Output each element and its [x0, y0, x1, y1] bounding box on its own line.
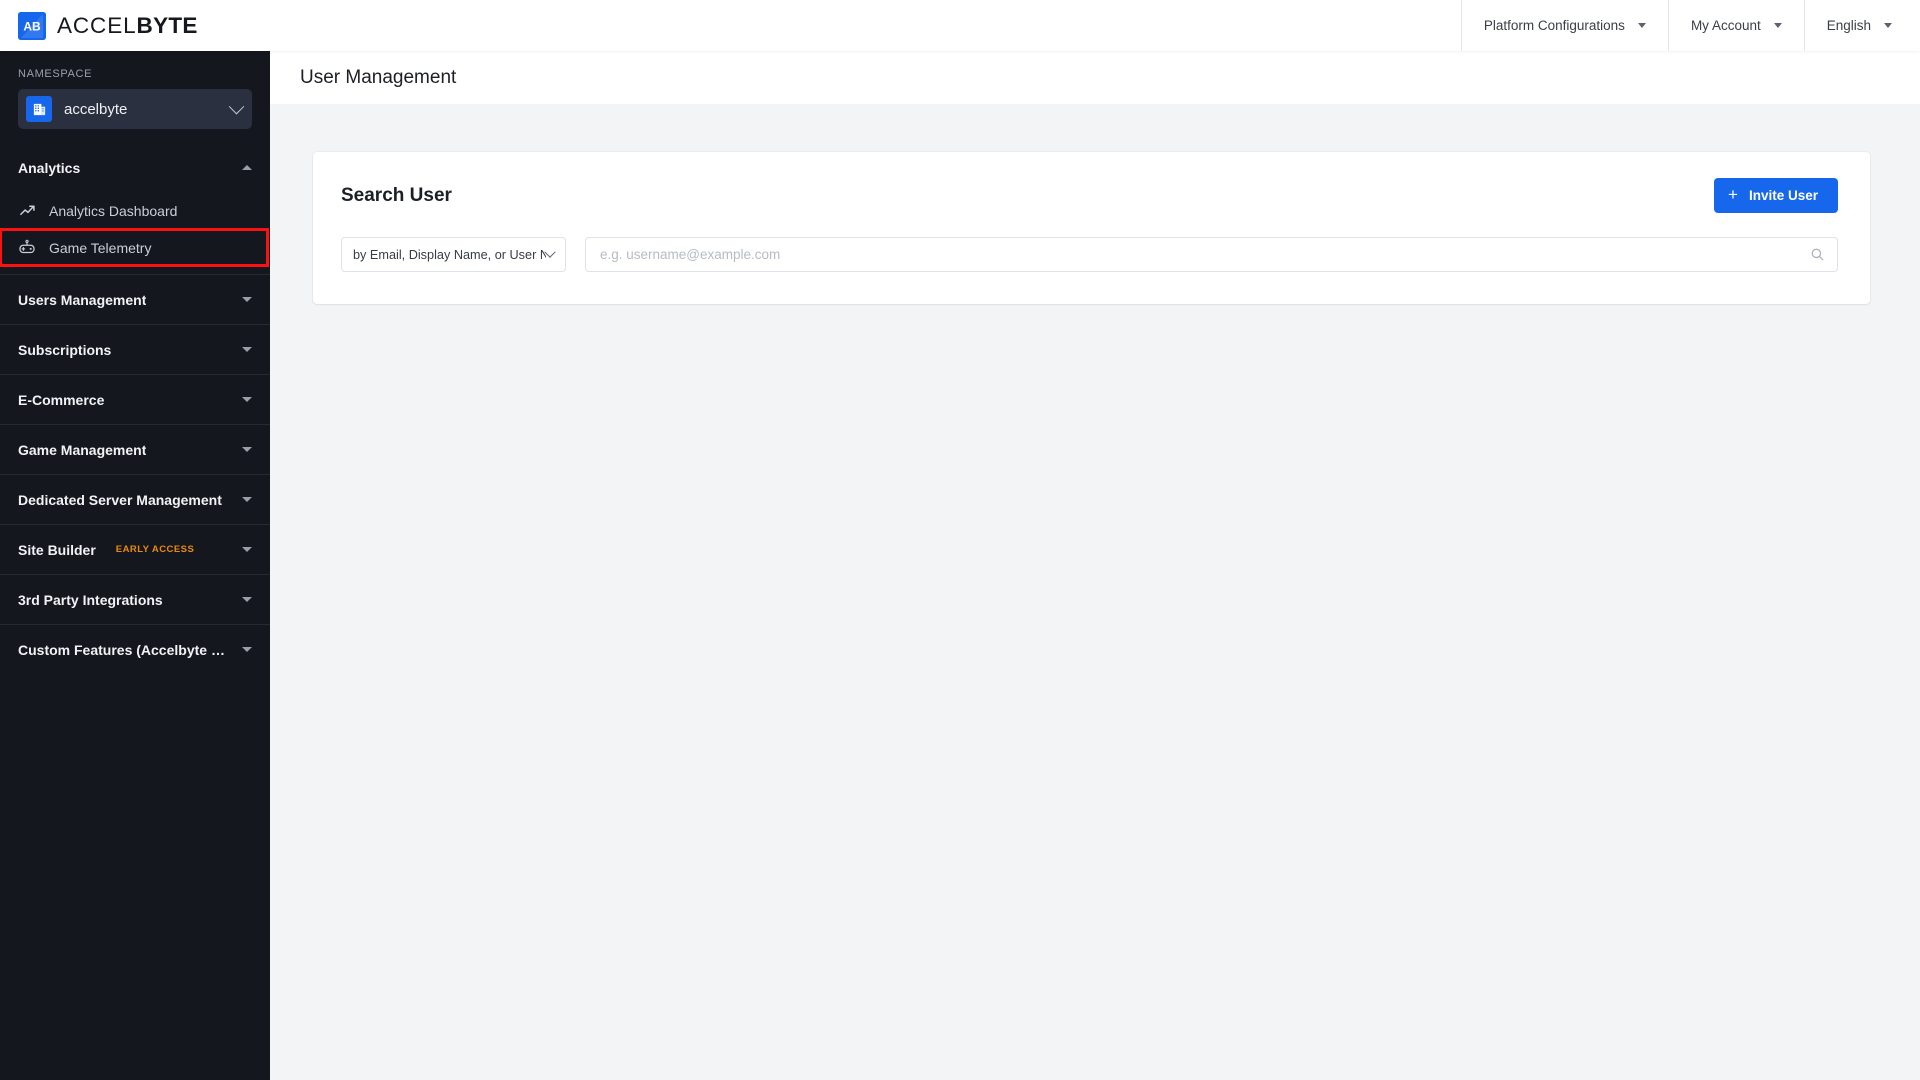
caret-down-icon — [242, 647, 252, 652]
search-input-wrapper[interactable] — [585, 237, 1838, 272]
sidebar-navigation: Analytics Analytics Dashboard Game Telem… — [0, 143, 270, 674]
caret-down-icon — [242, 497, 252, 502]
page-title: User Management — [300, 66, 457, 88]
nav-section-header-3rd-party-integrations[interactable]: 3rd Party Integrations — [0, 575, 270, 624]
nav-section-game-management: Game Management — [0, 425, 270, 475]
topnav-item-my-account[interactable]: My Account — [1667, 0, 1804, 51]
nav-section-users-management: Users Management — [0, 275, 270, 325]
nav-section-subscriptions: Subscriptions — [0, 325, 270, 375]
brand-name-bold: BYTE — [136, 12, 198, 38]
sidebar-item-analytics-dashboard[interactable]: Analytics Dashboard — [0, 192, 270, 229]
caret-down-icon — [242, 297, 252, 302]
caret-down-icon — [242, 547, 252, 552]
game-controller-icon — [18, 239, 36, 257]
nav-section-label-e-commerce: E-Commerce — [18, 391, 105, 408]
nav-section-e-commerce: E-Commerce — [0, 375, 270, 425]
nav-section-label-3rd-party-integrations: 3rd Party Integrations — [18, 591, 163, 608]
nav-section-3rd-party-integrations: 3rd Party Integrations — [0, 575, 270, 625]
invite-user-button[interactable]: + Invite User — [1714, 178, 1838, 213]
search-row: by Email, Display Name, or User Name — [341, 237, 1838, 272]
trend-up-icon — [18, 202, 36, 220]
building-icon — [26, 96, 52, 122]
invite-user-label: Invite User — [1748, 188, 1818, 203]
chevron-down-icon — [1884, 23, 1892, 28]
namespace-label: NAMESPACE — [18, 68, 93, 80]
namespace-block: NAMESPACE accelbyte — [0, 51, 270, 135]
search-input[interactable] — [600, 247, 1810, 262]
panel-wrapper: Search User + Invite User by Email, Disp… — [270, 104, 1920, 304]
chevron-down-icon — [228, 98, 245, 114]
chevron-down-icon — [1637, 23, 1646, 28]
top-navigation: Platform Configurations My Account Engli… — [1460, 0, 1920, 51]
nav-section-header-analytics[interactable]: Analytics — [0, 143, 270, 192]
nav-section-analytics: Analytics Analytics Dashboard Game Telem… — [0, 143, 270, 275]
caret-down-icon — [242, 347, 252, 352]
nav-section-header-custom-features[interactable]: Custom Features (Accelbyte In… — [0, 625, 270, 674]
nav-section-label-site-builder: Site Builder — [18, 541, 96, 558]
search-icon[interactable] — [1810, 247, 1825, 262]
caret-up-icon — [242, 165, 252, 170]
nav-subitems-analytics: Analytics Dashboard Game Telemetry — [0, 192, 270, 274]
sidebar: NAMESPACE accelbyte Analytics Analytics … — [0, 51, 270, 1080]
brand-name: ACCELBYTE — [57, 13, 198, 39]
nav-section-label-dedicated-server-management: Dedicated Server Management — [18, 491, 222, 508]
chevron-down-icon — [1773, 23, 1782, 28]
nav-section-header-dedicated-server-management[interactable]: Dedicated Server Management — [0, 475, 270, 524]
nav-section-site-builder: Site Builder EARLY ACCESS — [0, 525, 270, 575]
accelbyte-logo-icon: AB — [18, 11, 46, 40]
search-user-panel: Search User + Invite User by Email, Disp… — [313, 152, 1870, 304]
brand-name-light: ACCEL — [57, 12, 137, 38]
nav-section-header-users-management[interactable]: Users Management — [0, 275, 270, 324]
nav-section-label-game-management: Game Management — [18, 441, 147, 458]
namespace-value: accelbyte — [64, 100, 128, 118]
nav-section-dedicated-server-management: Dedicated Server Management — [0, 475, 270, 525]
search-user-title: Search User — [341, 184, 452, 206]
brand-logo-group[interactable]: AB ACCELBYTE — [0, 0, 270, 51]
search-filter-select[interactable]: by Email, Display Name, or User Name — [341, 237, 566, 272]
topnav-label-platform-configurations: Platform Configurations — [1483, 18, 1625, 33]
nav-section-custom-features: Custom Features (Accelbyte In… — [0, 625, 270, 674]
chevron-down-icon — [544, 246, 556, 258]
nav-section-label-custom-features: Custom Features (Accelbyte In… — [18, 641, 226, 658]
sidebar-item-label-game-telemetry: Game Telemetry — [49, 239, 152, 256]
search-filter-value: by Email, Display Name, or User Name — [353, 247, 546, 262]
main-content: User Management Search User + Invite Use… — [270, 51, 1920, 1080]
caret-down-icon — [242, 447, 252, 452]
status-badge-early-access: EARLY ACCESS — [115, 544, 195, 555]
sidebar-item-game-telemetry[interactable]: Game Telemetry — [0, 228, 269, 267]
caret-down-icon — [242, 597, 252, 602]
nav-section-header-site-builder[interactable]: Site Builder EARLY ACCESS — [0, 525, 270, 574]
nav-section-header-e-commerce[interactable]: E-Commerce — [0, 375, 270, 424]
caret-down-icon — [242, 397, 252, 402]
nav-section-header-game-management[interactable]: Game Management — [0, 425, 270, 474]
nav-section-label-analytics: Analytics — [18, 159, 81, 176]
nav-section-header-subscriptions[interactable]: Subscriptions — [0, 325, 270, 374]
topnav-item-platform-configurations[interactable]: Platform Configurations — [1460, 0, 1668, 51]
topnav-label-language: English — [1826, 18, 1871, 33]
sidebar-item-label-analytics-dashboard: Analytics Dashboard — [49, 202, 178, 219]
plus-icon: + — [1728, 185, 1738, 204]
topnav-item-language[interactable]: English — [1803, 0, 1920, 51]
nav-section-label-users-management: Users Management — [18, 291, 147, 308]
search-user-panel-header: Search User + Invite User — [341, 178, 1838, 213]
namespace-selector[interactable]: accelbyte — [18, 89, 252, 129]
topnav-label-my-account: My Account — [1690, 18, 1761, 33]
top-bar: AB ACCELBYTE Platform Configurations My … — [0, 0, 1920, 51]
nav-section-label-subscriptions: Subscriptions — [18, 341, 112, 358]
page-header: User Management — [270, 51, 1920, 104]
svg-text:AB: AB — [23, 19, 41, 33]
